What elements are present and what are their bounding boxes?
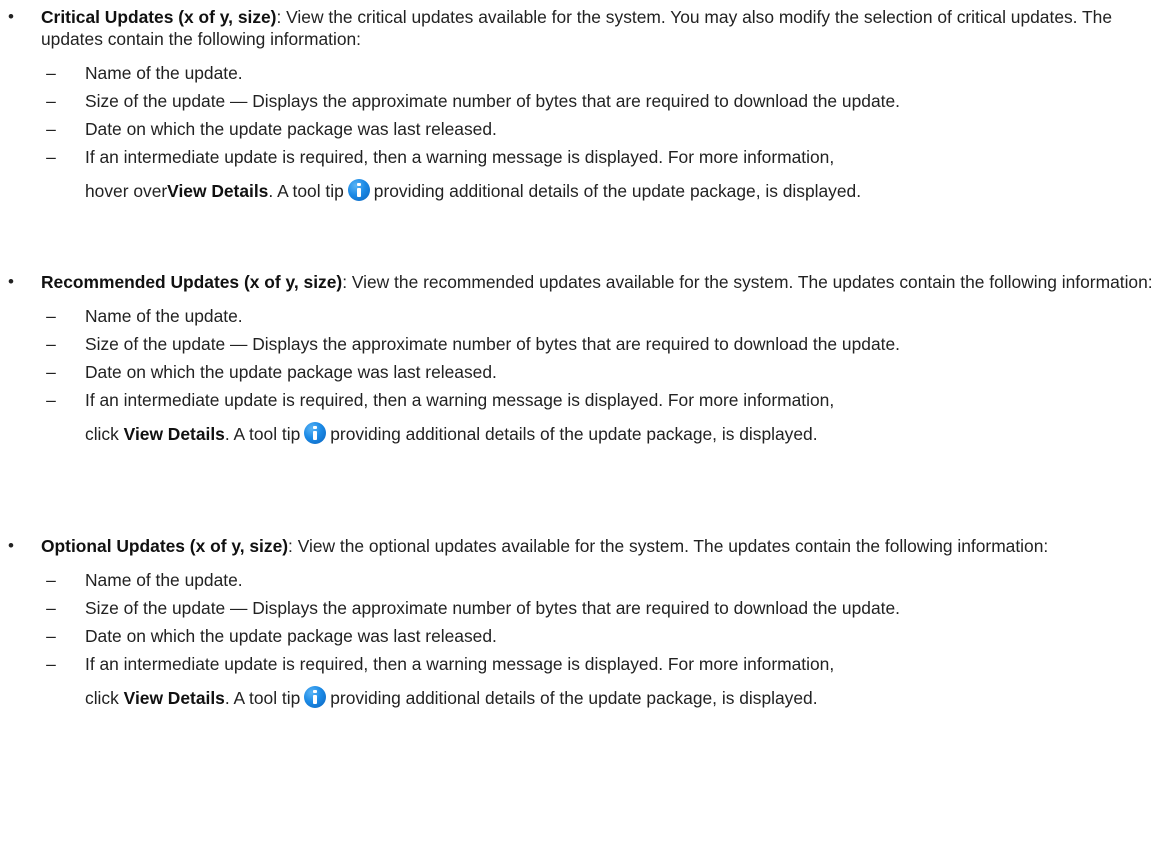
warning-post-text: providing additional details of the upda…: [373, 181, 862, 201]
dash: –: [46, 598, 56, 618]
dash: –: [46, 91, 56, 111]
list-item: – Size of the update — Displays the appro…: [41, 333, 1161, 355]
item-name-text: Name of the update.: [85, 570, 243, 590]
item-size-text: Size of the update — Displays the approx…: [85, 334, 900, 354]
item-date-text: Date on which the update package was las…: [85, 362, 497, 382]
critical-updates-title: Critical Updates (x of y, size): [41, 7, 277, 27]
optional-updates-description: Optional Updates (x of y, size): View th…: [41, 535, 1157, 557]
item-size-text: Size of the update — Displays the approx…: [85, 91, 900, 111]
list-item: – Date on which the update package was la…: [41, 361, 1161, 383]
optional-updates-title: Optional Updates (x of y, size): [41, 536, 289, 556]
item-warning-continued: click View Details. A tool tip providing …: [85, 685, 1161, 711]
bullet: •: [8, 272, 14, 291]
info-icon: [304, 422, 327, 444]
critical-updates-section: • Critical Updates (x of y, size): View …: [0, 6, 1161, 210]
dash: –: [46, 63, 56, 83]
warning-mid-text: . A tool tip: [224, 424, 301, 444]
list-item: – If an intermediate update is required,…: [41, 389, 1161, 447]
dash: –: [46, 306, 56, 326]
item-name-text: Name of the update.: [85, 63, 243, 83]
recommended-updates-title: Recommended Updates (x of y, size): [41, 272, 343, 292]
recommended-updates-text: : View the recommended updates available…: [342, 272, 1153, 292]
list-item: – Name of the update.: [41, 62, 1161, 84]
dash: –: [46, 626, 56, 646]
warning-pre-text: click: [85, 424, 124, 444]
dash: –: [46, 119, 56, 139]
item-warning-text: If an intermediate update is required, t…: [85, 390, 835, 410]
info-icon: [304, 686, 327, 708]
list-item: – Size of the update — Displays the appro…: [41, 90, 1161, 112]
dash: –: [46, 654, 56, 674]
optional-updates-section: • Optional Updates (x of y, size): View …: [0, 535, 1161, 717]
bullet: •: [8, 7, 14, 26]
recommended-updates-description: Recommended Updates (x of y, size): View…: [41, 271, 1157, 293]
item-warning-continued: click View Details. A tool tip providing …: [85, 421, 1161, 447]
dash: –: [46, 390, 56, 410]
list-item: – Name of the update.: [41, 305, 1161, 327]
optional-updates-text: : View the optional updates available fo…: [288, 536, 1049, 556]
view-details-link[interactable]: View Details: [167, 181, 268, 201]
recommended-updates-section: • Recommended Updates (x of y, size): Vi…: [0, 271, 1161, 453]
critical-updates-description: Critical Updates (x of y, size): View th…: [41, 6, 1157, 50]
view-details-link[interactable]: View Details: [124, 688, 225, 708]
item-warning-text: If an intermediate update is required, t…: [85, 654, 835, 674]
warning-post-text: providing additional details of the upda…: [330, 424, 818, 444]
recommended-updates-info-list: – Name of the update. – Size of the update…: [41, 305, 1161, 447]
list-item: – Size of the update — Displays the appro…: [41, 597, 1161, 619]
list-item: – Date on which the update package was la…: [41, 625, 1161, 647]
dash: –: [46, 147, 56, 167]
bullet: •: [8, 536, 14, 555]
warning-post-text: providing additional details of the upda…: [330, 688, 818, 708]
warning-pre-text: click: [85, 688, 124, 708]
list-item: – If an intermediate update is required,…: [41, 653, 1161, 711]
item-date-text: Date on which the update package was las…: [85, 626, 497, 646]
dash: –: [46, 334, 56, 354]
warning-pre-text: hover over: [85, 181, 168, 201]
view-details-link[interactable]: View Details: [124, 424, 225, 444]
dash: –: [46, 570, 56, 590]
dash: –: [46, 362, 56, 382]
list-item: – Name of the update.: [41, 569, 1161, 591]
warning-mid-text: . A tool tip: [268, 181, 344, 201]
warning-mid-text: . A tool tip: [224, 688, 301, 708]
item-warning-continued: hover overView Details. A tool tip provid…: [85, 178, 1161, 204]
info-icon: [347, 179, 370, 201]
optional-updates-info-list: – Name of the update. – Size of the update…: [41, 569, 1161, 711]
item-date-text: Date on which the update package was las…: [85, 119, 497, 139]
critical-updates-info-list: – Name of the update. – Size of the update…: [41, 62, 1161, 204]
list-item: – If an intermediate update is required,…: [41, 146, 1161, 204]
list-item: – Date on which the update package was la…: [41, 118, 1161, 140]
item-warning-text: If an intermediate update is required, t…: [85, 147, 835, 167]
item-size-text: Size of the update — Displays the approx…: [85, 598, 900, 618]
item-name-text: Name of the update.: [85, 306, 243, 326]
